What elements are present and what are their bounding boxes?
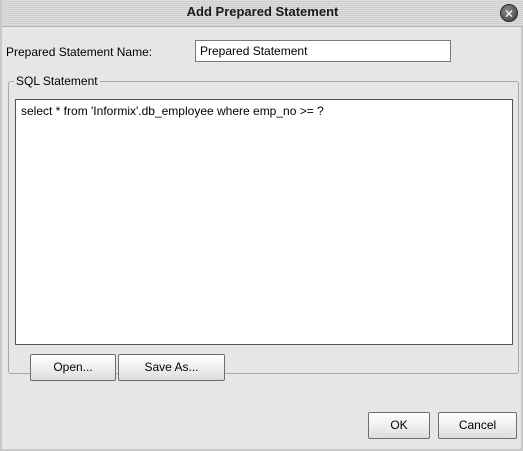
- statement-name-input[interactable]: [195, 40, 451, 62]
- save-as-button[interactable]: Save As...: [118, 354, 225, 381]
- dialog-title: Add Prepared Statement: [186, 4, 339, 19]
- sql-statement-textarea[interactable]: select * from 'Informix'.db_employee whe…: [15, 99, 513, 345]
- ok-button[interactable]: OK: [368, 412, 430, 439]
- sql-statement-legend: SQL Statement: [14, 74, 100, 88]
- cancel-button[interactable]: Cancel: [438, 412, 517, 439]
- close-icon[interactable]: ✕: [500, 4, 518, 22]
- statement-name-label: Prepared Statement Name:: [6, 45, 153, 59]
- add-prepared-statement-dialog: Add Prepared Statement ✕ Prepared Statem…: [0, 0, 523, 451]
- open-button[interactable]: Open...: [30, 354, 116, 381]
- title-bar[interactable]: Add Prepared Statement ✕: [2, 0, 523, 27]
